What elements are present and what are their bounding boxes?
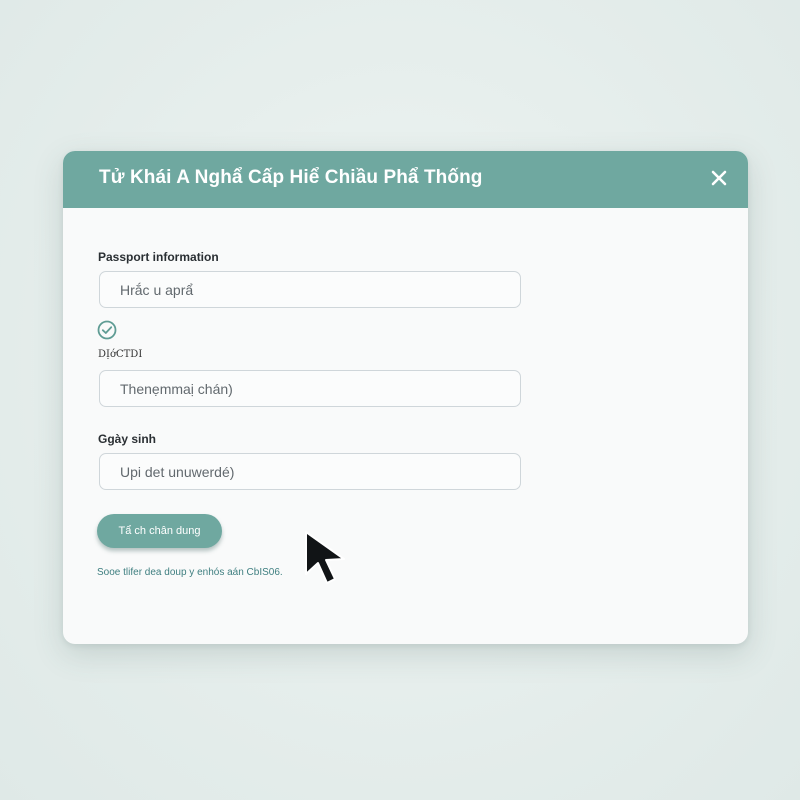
dialog-title: Tử Khái A Nghẩ Cấp Hiể Chiầu Phẩ Thống <box>99 167 483 188</box>
passport-label: Passport information <box>98 250 219 264</box>
close-icon <box>711 170 727 186</box>
close-button[interactable] <box>706 165 732 191</box>
id-input[interactable] <box>99 370 521 407</box>
footnote-text: Sooe tlifer dea doup y enhós aán CbIS06. <box>97 567 283 578</box>
passport-input[interactable] <box>99 271 521 308</box>
birthdate-label: Ggày sinh <box>98 432 157 446</box>
mouse-pointer-icon <box>305 531 345 584</box>
dialog-header: Tử Khái A Nghẩ Cấp Hiể Chiầu Phẩ Thống <box>63 151 748 208</box>
check-circle-icon <box>97 320 117 340</box>
passport-dialog: Tử Khái A Nghẩ Cấp Hiể Chiầu Phẩ Thống P… <box>63 151 748 644</box>
submit-button[interactable]: Tẩ ch chân dung <box>97 514 222 548</box>
birthdate-input[interactable] <box>99 453 521 490</box>
id-label: DỊớCTDI <box>98 349 143 360</box>
